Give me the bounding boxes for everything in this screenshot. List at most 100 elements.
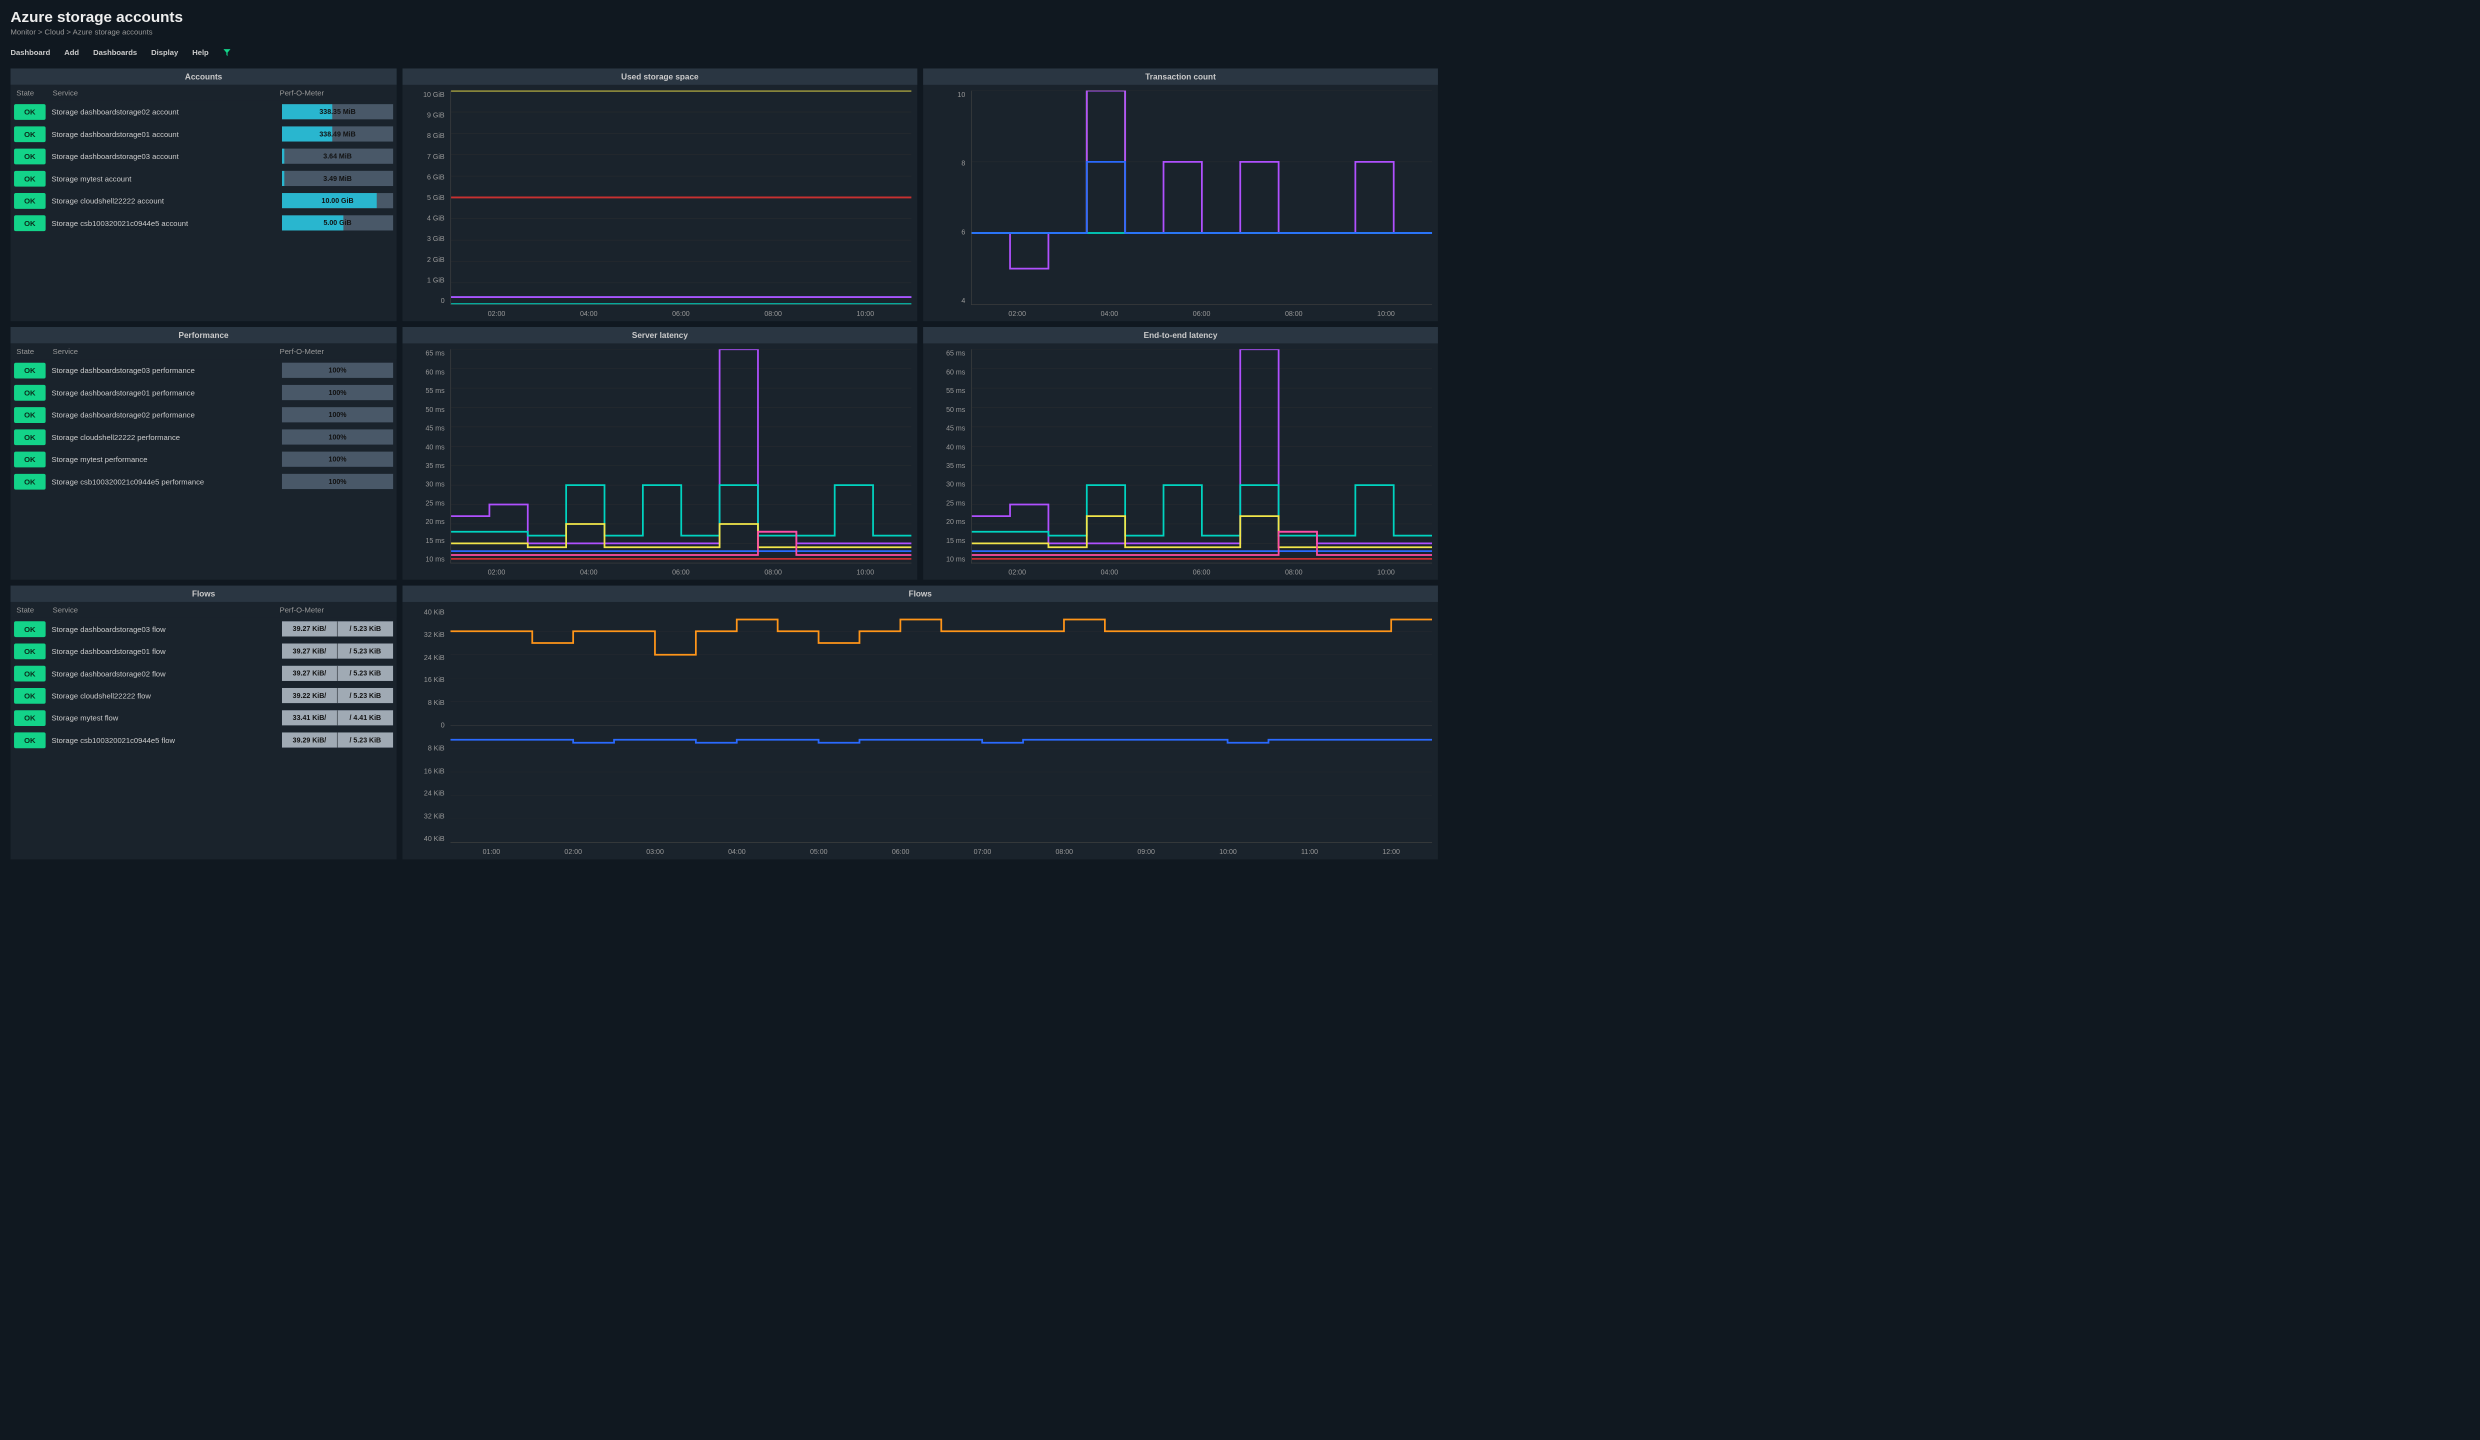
table-row: OKStorage dashboardstorage01 flow39.27 K…: [11, 640, 397, 662]
status-badge: OK: [14, 407, 46, 423]
panel-server-latency: Server latency 65 ms60 ms55 ms50 ms45 ms…: [402, 327, 917, 580]
table-row: OKStorage mytest performance100%: [11, 448, 397, 470]
table-row: OKStorage mytest flow33.41 KiB// 4.41 Ki…: [11, 707, 397, 729]
chart-title: Server latency: [402, 327, 917, 343]
status-badge: OK: [14, 621, 46, 637]
status-badge: OK: [14, 688, 46, 704]
chart-title: Used storage space: [402, 68, 917, 84]
panel-header-accounts: Accounts: [11, 68, 397, 84]
service-link[interactable]: Storage dashboardstorage03 account: [46, 152, 282, 161]
col-service: Service: [53, 347, 280, 356]
service-link[interactable]: Storage csb100320021c0944e5 account: [46, 218, 282, 227]
menu-display[interactable]: Display: [151, 48, 178, 57]
status-badge: OK: [14, 429, 46, 445]
panel-used-storage: Used storage space 10 GiB9 GiB8 GiB7 GiB…: [402, 68, 917, 321]
table-row: OKStorage dashboardstorage02 flow39.27 K…: [11, 662, 397, 684]
status-badge: OK: [14, 474, 46, 490]
menu-dashboard[interactable]: Dashboard: [11, 48, 51, 57]
chart-plot-area[interactable]: [971, 349, 1432, 563]
col-service: Service: [53, 88, 280, 97]
service-link[interactable]: Storage cloudshell22222 performance: [46, 433, 282, 442]
perfometer: 5.00 GiB: [282, 215, 393, 230]
perfometer: 39.27 KiB// 5.23 KiB: [282, 666, 393, 681]
status-badge: OK: [14, 643, 46, 659]
chart-title: Transaction count: [923, 68, 1438, 84]
menu-help[interactable]: Help: [192, 48, 208, 57]
table-row: OKStorage cloudshell22222 account10.00 G…: [11, 190, 397, 212]
service-link[interactable]: Storage mytest flow: [46, 713, 282, 722]
perfometer: 3.64 MiB: [282, 149, 393, 164]
col-service: Service: [53, 605, 280, 614]
perfometer: 10.00 GiB: [282, 193, 393, 208]
filter-icon[interactable]: [223, 48, 231, 56]
panel-flows: Flows State Service Perf-O-Meter OKStora…: [11, 586, 397, 860]
status-badge: OK: [14, 451, 46, 467]
perfometer: 39.27 KiB// 5.23 KiB: [282, 644, 393, 659]
service-link[interactable]: Storage cloudshell22222 flow: [46, 691, 282, 700]
service-link[interactable]: Storage mytest performance: [46, 455, 282, 464]
service-link[interactable]: Storage csb100320021c0944e5 flow: [46, 736, 282, 745]
perfometer: 100%: [282, 385, 393, 400]
status-badge: OK: [14, 385, 46, 401]
service-link[interactable]: Storage dashboardstorage02 performance: [46, 410, 282, 419]
perfometer: 33.41 KiB// 4.41 KiB: [282, 710, 393, 725]
table-row: OKStorage dashboardstorage02 performance…: [11, 404, 397, 426]
col-perf: Perf-O-Meter: [280, 88, 391, 97]
service-link[interactable]: Storage csb100320021c0944e5 performance: [46, 477, 282, 486]
service-link[interactable]: Storage dashboardstorage01 flow: [46, 647, 282, 656]
perfometer: 39.27 KiB// 5.23 KiB: [282, 621, 393, 636]
perfometer: 100%: [282, 363, 393, 378]
chart-title: End-to-end latency: [923, 327, 1438, 343]
chart-plot-area[interactable]: [450, 349, 911, 563]
col-perf: Perf-O-Meter: [280, 605, 391, 614]
table-row: OKStorage csb100320021c0944e5 account5.0…: [11, 212, 397, 234]
perfometer: 338.49 MiB: [282, 126, 393, 141]
chart-title: Flows: [402, 586, 1437, 602]
status-badge: OK: [14, 215, 46, 231]
perfometer: 100%: [282, 429, 393, 444]
breadcrumb[interactable]: Monitor > Cloud > Azure storage accounts: [11, 27, 1441, 36]
table-row: OKStorage cloudshell22222 performance100…: [11, 426, 397, 448]
status-badge: OK: [14, 193, 46, 209]
chart-plot-area[interactable]: [450, 91, 911, 305]
perfometer: 39.22 KiB// 5.23 KiB: [282, 688, 393, 703]
col-state: State: [16, 347, 52, 356]
table-row: OKStorage csb100320021c0944e5 performanc…: [11, 470, 397, 492]
service-link[interactable]: Storage dashboardstorage03 performance: [46, 366, 282, 375]
status-badge: OK: [14, 362, 46, 378]
service-link[interactable]: Storage dashboardstorage02 flow: [46, 669, 282, 678]
status-badge: OK: [14, 148, 46, 164]
status-badge: OK: [14, 665, 46, 681]
perfometer: 39.29 KiB// 5.23 KiB: [282, 732, 393, 747]
service-link[interactable]: Storage cloudshell22222 account: [46, 196, 282, 205]
status-badge: OK: [14, 710, 46, 726]
menu-dashboards[interactable]: Dashboards: [93, 48, 137, 57]
panel-flows-chart: Flows 40 KiB32 KiB24 KiB16 KiB8 KiB08 Ki…: [402, 586, 1437, 860]
table-row: OKStorage mytest account3.49 MiB: [11, 167, 397, 189]
chart-plot-area[interactable]: [971, 91, 1432, 305]
col-state: State: [16, 605, 52, 614]
chart-plot-area[interactable]: [450, 608, 1432, 843]
panel-e2e-latency: End-to-end latency 65 ms60 ms55 ms50 ms4…: [923, 327, 1438, 580]
service-link[interactable]: Storage mytest account: [46, 174, 282, 183]
table-row: OKStorage dashboardstorage03 account3.64…: [11, 145, 397, 167]
page-title: Azure storage accounts: [11, 8, 1441, 26]
status-badge: OK: [14, 732, 46, 748]
service-link[interactable]: Storage dashboardstorage01 account: [46, 130, 282, 139]
service-link[interactable]: Storage dashboardstorage01 performance: [46, 388, 282, 397]
table-row: OKStorage dashboardstorage01 account338.…: [11, 123, 397, 145]
perfometer: 100%: [282, 407, 393, 422]
service-link[interactable]: Storage dashboardstorage02 account: [46, 107, 282, 116]
table-row: OKStorage cloudshell22222 flow39.22 KiB/…: [11, 684, 397, 706]
perfometer: 100%: [282, 474, 393, 489]
perfometer: 3.49 MiB: [282, 171, 393, 186]
panel-performance: Performance State Service Perf-O-Meter O…: [11, 327, 397, 580]
perfometer: 100%: [282, 452, 393, 467]
menu-add[interactable]: Add: [64, 48, 79, 57]
panel-header-flows: Flows: [11, 586, 397, 602]
table-row: OKStorage dashboardstorage03 performance…: [11, 359, 397, 381]
toolbar: Dashboard Add Dashboards Display Help: [11, 44, 1441, 60]
service-link[interactable]: Storage dashboardstorage03 flow: [46, 624, 282, 633]
table-row: OKStorage dashboardstorage01 performance…: [11, 381, 397, 403]
panel-header-performance: Performance: [11, 327, 397, 343]
